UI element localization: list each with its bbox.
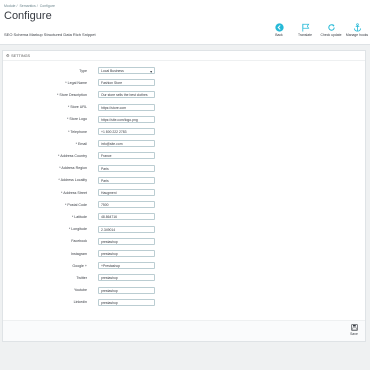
form-row: * Address Locality Paris <box>3 176 363 185</box>
check-update-button[interactable]: Check update <box>320 23 342 41</box>
form-label: Facebook <box>71 239 87 244</box>
form-label: Google + <box>72 263 87 268</box>
manage-hooks-button[interactable]: Manage hooks <box>346 23 368 41</box>
form-row: * Address Street Haugmeni <box>3 189 363 197</box>
form-row: Type Local Business <box>3 67 363 75</box>
form-row: * Address Country France <box>3 152 363 160</box>
breadcrumb: Module/ Semantics/ Configure <box>4 4 55 8</box>
form-label: Youtube <box>73 288 87 293</box>
form-input[interactable]: prestashop <box>98 298 155 306</box>
translate-button[interactable]: Translate <box>294 23 316 41</box>
form-label: * Store URL <box>67 105 87 110</box>
type-select[interactable]: Local Business <box>98 67 155 74</box>
back-button[interactable]: Back <box>268 23 290 41</box>
form-label: Instagram <box>71 251 87 256</box>
form-label: Type <box>79 68 87 73</box>
form-label: Linkedin <box>73 300 87 305</box>
form-row: Facebook prestashop <box>3 237 363 246</box>
form-label: Twitter <box>76 275 87 280</box>
form-row: Youtube prestashop <box>3 286 363 295</box>
panel-heading: ⚙ SETTINGS <box>3 51 365 61</box>
form-input[interactable]: Our store sells the best clothes <box>98 91 155 99</box>
form-input[interactable]: 48.864716 <box>98 213 155 221</box>
form-input[interactable]: prestashop <box>98 250 155 257</box>
form-row: * Store URL https://store.com <box>3 103 363 112</box>
form-input[interactable]: 2.349014 <box>98 225 155 233</box>
form-input[interactable]: 7500 <box>98 201 155 209</box>
manage-hooks-label: Manage hooks <box>345 33 369 37</box>
form-input[interactable]: +Prestashop <box>98 262 155 270</box>
breadcrumb-item-configure: Configure <box>39 4 55 8</box>
form-input[interactable]: https://store.com <box>98 103 155 111</box>
form-input[interactable]: prestashop <box>98 286 155 294</box>
back-label: Back <box>275 33 283 37</box>
form-label: * Address Country <box>58 153 87 158</box>
toolbar: Back Translate Check update Manage hooks <box>268 23 368 41</box>
form-row: * Latitude 48.864716 <box>3 213 363 221</box>
form-label: * Store Logo <box>67 117 87 122</box>
form-label: * Address Street <box>61 190 87 195</box>
form-input[interactable]: info@site.com <box>98 140 155 148</box>
form-label: * Longitude <box>68 227 87 232</box>
form-row: Google + +Prestashop <box>3 262 363 270</box>
form-input[interactable]: France <box>98 152 155 160</box>
save-icon <box>350 324 358 331</box>
form-label: * Address Locality <box>58 178 87 183</box>
breadcrumb-item-module[interactable]: Module <box>4 4 15 8</box>
form-input[interactable]: Paris <box>98 176 155 184</box>
page-title: Configure <box>4 10 52 22</box>
form-input[interactable]: prestashop <box>98 274 155 282</box>
save-button[interactable]: Save <box>347 324 361 339</box>
panel-heading-label: SETTINGS <box>11 53 31 58</box>
form-row: * Postal Code 7500 <box>3 201 363 209</box>
form-row: * Store Logo https://site.com/logo.png <box>3 115 363 124</box>
form-row: * Longitude 2.349014 <box>3 225 363 234</box>
page-subtitle: SEO Schema Markup Structured Data Rich S… <box>4 32 96 37</box>
form-label: * Telephone <box>68 129 87 134</box>
form-row: * Address Region Paris <box>3 164 363 173</box>
save-label: Save <box>350 332 358 336</box>
panel-footer: Save <box>3 320 365 341</box>
form-input[interactable]: Paris <box>98 164 155 172</box>
form-label: * Address Region <box>59 166 87 171</box>
form-label: * Email <box>75 141 87 146</box>
form-row: * Legal Name Fashion Store <box>3 79 363 87</box>
form-label: * Store Description <box>57 92 87 97</box>
breadcrumb-item-semantics[interactable]: Semantics <box>19 4 35 8</box>
form-input[interactable]: Fashion Store <box>98 79 155 87</box>
check-update-label: Check update <box>320 33 342 37</box>
form-row: Linkedin prestashop <box>3 298 363 307</box>
gear-icon: ⚙ <box>6 52 10 58</box>
form-row: * Store Description Our store sells the b… <box>3 91 363 99</box>
form-row: Twitter prestashop <box>3 274 363 282</box>
anchor-icon <box>353 23 361 32</box>
form-row: * Telephone +1 800 222 2783 <box>3 128 363 136</box>
form-input[interactable]: +1 800 222 2783 <box>98 128 155 135</box>
page-header: Module/ Semantics/ Configure Configure S… <box>0 0 370 45</box>
back-circle-icon <box>274 23 284 32</box>
form-row: * Email info@site.com <box>3 140 363 148</box>
flag-icon <box>301 23 309 32</box>
form-row: Instagram prestashop <box>3 250 363 258</box>
form-input[interactable]: https://site.com/logo.png <box>98 115 155 123</box>
form-input[interactable]: Haugmeni <box>98 189 155 196</box>
translate-label: Translate <box>297 33 312 37</box>
form-label: * Latitude <box>71 214 87 219</box>
form-label: * Postal Code <box>65 202 87 207</box>
form-input[interactable]: prestashop <box>98 237 155 245</box>
refresh-icon <box>327 24 335 31</box>
settings-panel: ⚙ SETTINGS Type Local Business * Legal Nam… <box>2 50 366 342</box>
form-label: * Legal Name <box>65 80 87 85</box>
